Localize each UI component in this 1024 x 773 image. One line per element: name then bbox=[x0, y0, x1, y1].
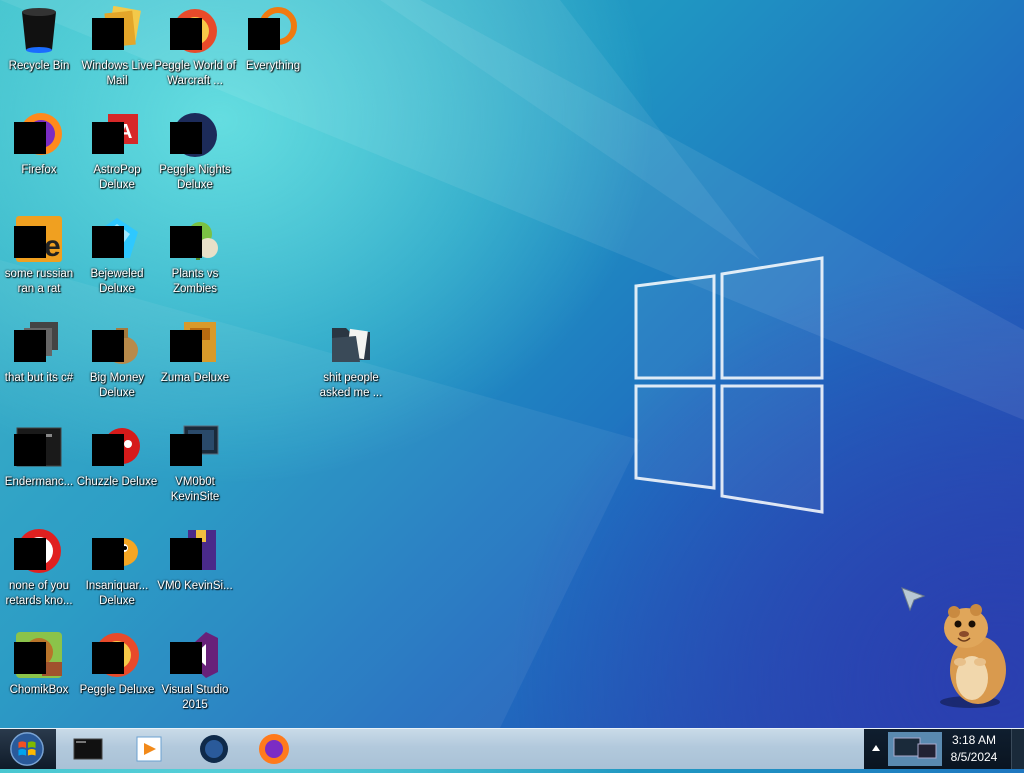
clock-date: 8/5/2024 bbox=[950, 750, 998, 764]
start-button[interactable] bbox=[0, 729, 56, 769]
svg-text:e: e bbox=[44, 230, 61, 263]
desktop-icon-visual-studio-2015[interactable]: Visual Studio 2015 bbox=[156, 624, 234, 724]
desktop-icon-folder-shit-people-asked-me[interactable]: shit people asked me ... bbox=[312, 312, 390, 412]
desktop-icon-label: Windows Live Mail bbox=[81, 60, 153, 87]
redacted-block bbox=[14, 642, 46, 674]
desktop-icon-label: Recycle Bin bbox=[8, 60, 70, 72]
desktop-icon-firefox[interactable]: Firefox bbox=[0, 104, 78, 204]
desktop-icon-label: Plants vs Zombies bbox=[171, 268, 219, 295]
redacted-block bbox=[14, 122, 46, 154]
desktop-icon-peggle-world-of-warcraft[interactable]: Peggle World of Warcraft ... bbox=[154, 0, 236, 100]
desktop-icon-recycle-bin[interactable]: Recycle Bin bbox=[0, 0, 78, 100]
clock[interactable]: 3:18 AM 8/5/2024 bbox=[942, 732, 1006, 766]
desktop-icon-windows-live-mail[interactable]: Windows Live Mail bbox=[78, 0, 156, 100]
redacted-block bbox=[170, 18, 202, 50]
terminal-icon bbox=[73, 738, 103, 760]
desktop-icon-zuma-deluxe[interactable]: Zuma Deluxe bbox=[156, 312, 234, 412]
desktop-icon-label: Peggle Deluxe bbox=[79, 684, 155, 696]
desktop-icon-peggle-deluxe[interactable]: Peggle Deluxe bbox=[78, 624, 156, 724]
desktop-icon-label: Peggle Nights Deluxe bbox=[159, 164, 231, 191]
redacted-block bbox=[170, 226, 202, 258]
desktop-icon-label: Everything bbox=[245, 60, 301, 72]
desktop-icon-peggle-nights-deluxe[interactable]: Peggle Nights Deluxe bbox=[156, 104, 234, 204]
desktop-icon-none-of-you[interactable]: none of you retards kno... bbox=[0, 520, 78, 620]
tray-network-button[interactable] bbox=[888, 732, 942, 766]
redacted-block bbox=[92, 538, 124, 570]
redacted-block bbox=[170, 434, 202, 466]
windows-start-orb-icon bbox=[10, 732, 44, 766]
desktop-icon-label: Chuzzle Deluxe bbox=[76, 476, 158, 488]
redacted-block bbox=[92, 642, 124, 674]
desktop-icon-label: Endermanc... bbox=[4, 476, 74, 488]
recycle-bin-icon bbox=[22, 8, 56, 53]
redacted-block bbox=[14, 538, 46, 570]
media-player-icon bbox=[136, 736, 162, 762]
folder-icon bbox=[332, 328, 370, 362]
desktop-icon-label: VM0b0t KevinSite bbox=[170, 476, 220, 503]
show-desktop-button[interactable] bbox=[1011, 729, 1024, 769]
desktop-icon-vm0-kevinsite[interactable]: VM0 KevinSi... bbox=[156, 520, 234, 620]
taskbar-globe-button[interactable] bbox=[196, 731, 232, 767]
desktop-icon-insaniquarium-deluxe[interactable]: Insaniquar... Deluxe bbox=[78, 520, 156, 620]
desktop-icon-plants-vs-zombies[interactable]: Plants vs Zombies bbox=[156, 208, 234, 308]
desktop-icon-label: Peggle World of Warcraft ... bbox=[154, 60, 236, 87]
desktop-icon-label: Big Money Deluxe bbox=[89, 372, 145, 399]
desktop-icon-label: Visual Studio 2015 bbox=[161, 684, 229, 711]
redacted-block bbox=[170, 538, 202, 570]
desktop-icon-bejeweled-deluxe[interactable]: Bejeweled Deluxe bbox=[78, 208, 156, 308]
desktop-icon-label: Zuma Deluxe bbox=[160, 372, 230, 384]
desktop-icon-big-money-deluxe[interactable]: Big Money Deluxe bbox=[78, 312, 156, 412]
network-icon bbox=[893, 737, 937, 759]
desktop-icon-label: none of you retards kno... bbox=[5, 580, 73, 607]
redacted-block bbox=[92, 18, 124, 50]
desktop-icon-label: shit people asked me ... bbox=[319, 372, 383, 399]
redacted-block bbox=[14, 434, 46, 466]
redacted-block bbox=[92, 226, 124, 258]
desktop-icon-everything[interactable]: Everything bbox=[234, 0, 312, 100]
taskbar-media-player-button[interactable] bbox=[132, 731, 168, 767]
desktop-icon-astropop-deluxe[interactable]: A AstroPop Deluxe bbox=[78, 104, 156, 204]
desktop-icon-vm0b0t-kevinsite[interactable]: VM0b0t KevinSite bbox=[156, 416, 234, 516]
desktop-icon-label: that but its c# bbox=[4, 372, 74, 384]
hamster-desktop-pet bbox=[940, 604, 1006, 708]
triangle-up-icon bbox=[872, 745, 880, 751]
firefox-icon bbox=[259, 734, 289, 764]
taskbar-firefox-button[interactable] bbox=[256, 731, 292, 767]
redacted-block bbox=[170, 642, 202, 674]
taskbar-terminal-button[interactable] bbox=[70, 731, 106, 767]
windows-logo-wallpaper bbox=[634, 256, 824, 514]
desktop-icon-label: Insaniquar... Deluxe bbox=[85, 580, 149, 607]
desktop-icon-label: VM0 KevinSi... bbox=[157, 580, 233, 592]
desktop-icon-endermanc[interactable]: Endermanc... bbox=[0, 416, 78, 516]
desktop-icon-chuzzle-deluxe[interactable]: Chuzzle Deluxe bbox=[77, 416, 157, 516]
desktop-icon-that-but-its-csharp[interactable]: that but its c# bbox=[0, 312, 78, 412]
desktop-icon-label: Firefox bbox=[21, 164, 57, 176]
redacted-block bbox=[92, 330, 124, 362]
redacted-block bbox=[248, 18, 280, 50]
redacted-block bbox=[170, 330, 202, 362]
redacted-block bbox=[92, 434, 124, 466]
desktop-icon-label: Bejeweled Deluxe bbox=[90, 268, 144, 295]
globe-icon bbox=[200, 735, 228, 763]
mouse-cursor bbox=[901, 587, 926, 612]
redacted-block bbox=[92, 122, 124, 154]
desktop-icon-label: some russian ran a rat bbox=[4, 268, 74, 295]
redacted-block bbox=[170, 122, 202, 154]
clock-time: 3:18 AM bbox=[951, 733, 997, 747]
desktop-icon-some-russian-ran-a-rat[interactable]: e some russian ran a rat bbox=[0, 208, 78, 308]
taskbar: 3:18 AM 8/5/2024 bbox=[0, 728, 1024, 769]
desktop-icon-label: ChomikBox bbox=[9, 684, 69, 696]
desktop-icon-chomikbox[interactable]: ChomikBox bbox=[0, 624, 78, 724]
desktop-icon-label: AstroPop Deluxe bbox=[93, 164, 141, 191]
redacted-block bbox=[14, 330, 46, 362]
redacted-block bbox=[14, 226, 46, 258]
show-hidden-icons-button[interactable] bbox=[866, 729, 886, 769]
